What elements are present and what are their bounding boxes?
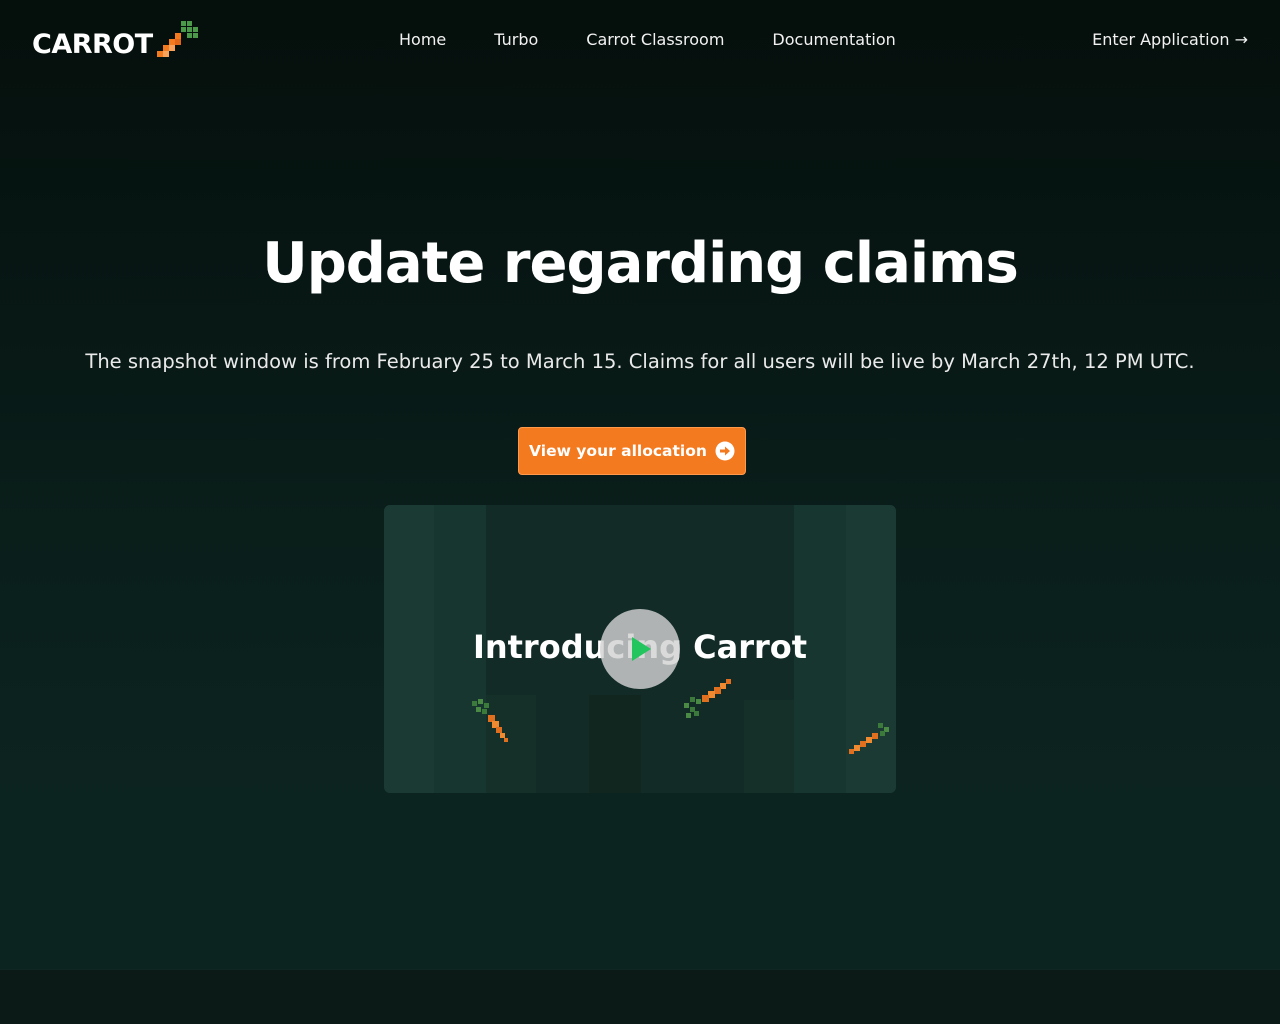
video-bg-stripe	[589, 695, 641, 793]
main-nav: Home Turbo Carrot Classroom Documentatio…	[399, 30, 896, 49]
page-title: Update regarding claims	[262, 231, 1019, 296]
nav-turbo[interactable]: Turbo	[494, 30, 538, 49]
play-icon	[632, 637, 651, 661]
logo[interactable]: CARROT	[32, 21, 199, 66]
carrot-icon	[684, 679, 731, 718]
enter-application-link[interactable]: Enter Application →	[1092, 30, 1248, 49]
nav-home[interactable]: Home	[399, 30, 446, 49]
video-bg-stripe	[744, 700, 794, 793]
nav-documentation[interactable]: Documentation	[772, 30, 895, 49]
view-allocation-button[interactable]: View your allocation	[518, 427, 746, 475]
nav-carrot-classroom[interactable]: Carrot Classroom	[586, 30, 724, 49]
arrow-circle-right-icon	[715, 441, 735, 461]
play-button[interactable]	[600, 609, 680, 689]
intro-video[interactable]: Introducing Carrot	[384, 505, 896, 793]
view-allocation-label: View your allocation	[529, 442, 707, 460]
carrot-icon	[849, 723, 889, 754]
hero-subtitle: The snapshot window is from February 25 …	[85, 350, 1195, 373]
carrot-icon	[472, 699, 508, 742]
site-header: CARROT Home Turbo Carrot Classroom Docum…	[0, 0, 1280, 88]
footer-band	[0, 969, 1280, 1024]
carrot-logo-icon	[156, 21, 198, 57]
logo-wordmark: CARROT	[32, 28, 153, 60]
